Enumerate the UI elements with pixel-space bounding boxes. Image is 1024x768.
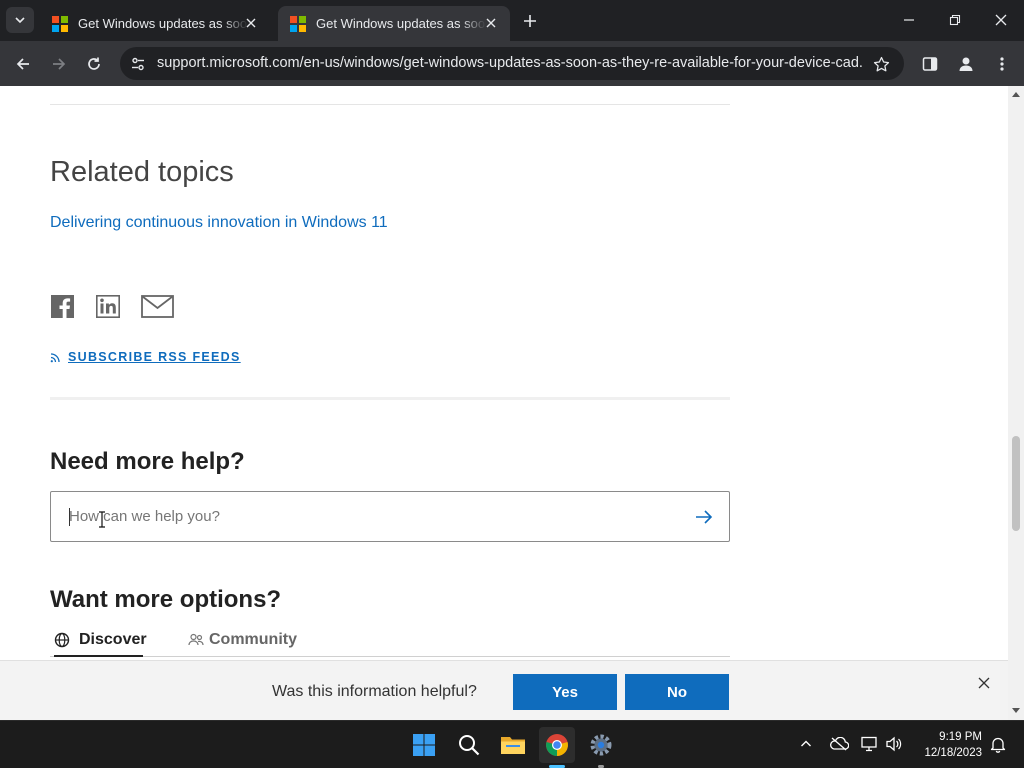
text-cursor-icon <box>99 511 105 528</box>
chevron-up-icon <box>801 740 811 747</box>
divider <box>50 104 730 105</box>
volume-tray-icon[interactable] <box>883 733 905 755</box>
tray-overflow-button[interactable] <box>795 733 817 755</box>
forward-arrow-icon <box>53 58 66 70</box>
profile-icon <box>959 57 973 71</box>
address-bar[interactable]: support.microsoft.com/en-us/windows/get-… <box>120 47 904 80</box>
bell-icon <box>990 737 1006 753</box>
site-info-icon[interactable] <box>126 52 150 76</box>
reload-button[interactable] <box>79 49 109 79</box>
minimize-icon <box>904 19 914 21</box>
related-topics-heading: Related topics <box>50 156 234 188</box>
help-search-box[interactable] <box>50 491 730 542</box>
gear-icon <box>590 734 612 756</box>
chrome-taskbar-button[interactable] <box>539 727 575 763</box>
need-more-help-heading: Need more help? <box>50 448 245 475</box>
cloud-off-icon <box>830 737 849 751</box>
text-caret <box>69 508 70 526</box>
file-explorer-button[interactable] <box>495 727 531 763</box>
selected-tab-indicator <box>54 655 143 657</box>
tabs-divider <box>50 656 730 657</box>
notifications-button[interactable] <box>987 733 1009 755</box>
taskbar-clock[interactable]: 9:19 PM 12/18/2023 <box>914 729 982 761</box>
tab-discover-label: Discover <box>79 631 147 648</box>
back-button[interactable] <box>8 49 38 79</box>
feedback-question: Was this information helpful? <box>272 683 477 700</box>
feedback-yes-button[interactable]: Yes <box>513 674 617 710</box>
microsoft-logo-icon <box>52 15 68 32</box>
email-share-button[interactable] <box>141 295 174 323</box>
linkedin-share-button[interactable] <box>96 295 120 323</box>
page-scrollbar[interactable] <box>1008 86 1024 720</box>
back-arrow-icon <box>16 58 29 70</box>
taskbar-search-button[interactable] <box>451 727 487 763</box>
search-icon <box>459 735 480 756</box>
close-icon[interactable] <box>975 674 993 692</box>
facebook-share-button[interactable] <box>51 295 74 323</box>
tab-search-button[interactable] <box>6 7 34 33</box>
tab-community[interactable]: Community <box>188 631 297 649</box>
subscribe-rss-link[interactable]: SUBSCRIBE RSS FEEDS <box>50 350 241 364</box>
restore-button[interactable] <box>932 0 978 40</box>
people-icon <box>188 633 204 646</box>
network-tray-icon[interactable] <box>858 733 880 755</box>
scrollbar-thumb[interactable] <box>1012 436 1020 531</box>
tab-title: Get Windows updates as soon as they're a… <box>316 16 486 31</box>
tab-discover[interactable]: Discover <box>54 631 147 649</box>
chrome-icon <box>546 734 568 756</box>
onedrive-tray-icon[interactable] <box>828 733 850 755</box>
globe-icon <box>54 632 70 648</box>
profile-button[interactable] <box>951 49 981 79</box>
clock-time: 9:19 PM <box>939 731 982 743</box>
browser-menu-button[interactable] <box>987 49 1017 79</box>
more-vert-icon <box>1000 57 1004 71</box>
restore-icon <box>949 14 961 26</box>
plus-icon <box>524 15 536 27</box>
help-search-input[interactable] <box>69 492 669 541</box>
reload-icon <box>88 57 100 70</box>
chevron-down-icon <box>15 17 25 24</box>
bookmark-star-icon[interactable] <box>870 53 892 75</box>
settings-taskbar-button[interactable] <box>583 727 619 763</box>
network-icon <box>861 736 877 752</box>
side-panel-icon <box>922 57 938 71</box>
rss-icon <box>50 351 62 363</box>
clock-date: 12/18/2023 <box>924 747 982 759</box>
forward-button[interactable] <box>44 49 74 79</box>
facebook-icon <box>51 295 74 318</box>
tab-title: Get Windows updates as soon as they're a… <box>78 16 248 31</box>
rss-label: SUBSCRIBE RSS FEEDS <box>68 350 241 364</box>
want-more-options-heading: Want more options? <box>50 586 282 613</box>
folder-icon <box>501 737 525 754</box>
feedback-bar: Was this information helpful? Yes No <box>0 660 1008 720</box>
close-tab-icon[interactable] <box>242 14 260 32</box>
browser-toolbar: support.microsoft.com/en-us/windows/get-… <box>0 41 1024 86</box>
side-panel-button[interactable] <box>915 49 945 79</box>
page-viewport: Related topics Delivering continuous inn… <box>0 86 1024 720</box>
tab-community-label: Community <box>209 631 297 648</box>
browser-tab-1[interactable]: Get Windows updates as soon as they're a… <box>40 6 270 41</box>
linkedin-icon <box>96 295 120 318</box>
scroll-up-arrow-icon[interactable] <box>1012 92 1020 97</box>
browser-tab-2[interactable]: Get Windows updates as soon as they're a… <box>278 6 510 41</box>
scroll-down-arrow-icon[interactable] <box>1012 708 1020 713</box>
url-text[interactable]: support.microsoft.com/en-us/windows/get-… <box>157 55 862 71</box>
section-divider <box>50 397 730 400</box>
feedback-no-button[interactable]: No <box>625 674 729 710</box>
windows-taskbar: 9:19 PM 12/18/2023 <box>0 720 1024 768</box>
speaker-icon <box>886 736 902 752</box>
microsoft-logo-icon <box>290 15 306 32</box>
search-submit-arrow-icon[interactable] <box>693 506 715 528</box>
start-button[interactable] <box>406 727 442 763</box>
related-topic-link[interactable]: Delivering continuous innovation in Wind… <box>50 214 388 232</box>
close-window-button[interactable] <box>978 0 1024 40</box>
new-tab-button[interactable] <box>518 9 542 33</box>
mail-icon <box>141 295 174 318</box>
close-tab-icon[interactable] <box>482 14 500 32</box>
browser-tab-strip: Get Windows updates as soon as they're a… <box>0 0 1024 41</box>
windows-start-icon <box>413 734 435 756</box>
close-icon <box>995 14 1007 26</box>
minimize-button[interactable] <box>886 0 932 40</box>
